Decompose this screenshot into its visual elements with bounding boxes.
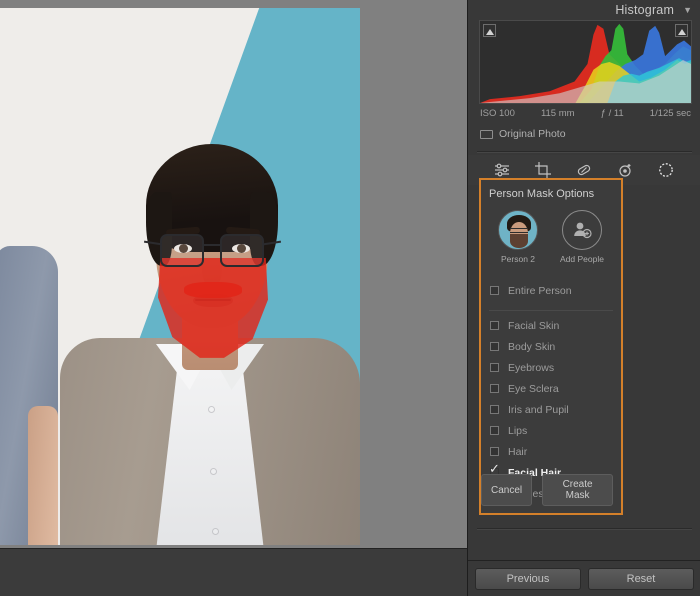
option-label: Iris and Pupil (508, 404, 569, 416)
option-label: Body Skin (508, 341, 555, 353)
panel-divider (477, 151, 692, 153)
glasses-bridge (204, 244, 220, 246)
options-divider (489, 310, 613, 311)
lightroom-window: Histogram ▼ ISO 100 115 mm ƒ / 11 1/125 … (0, 0, 700, 596)
secondary-person-arm (28, 406, 58, 545)
person-mask-options-card: Person Mask Options Person 2 (479, 178, 623, 515)
panel-bottom-divider (477, 528, 692, 530)
person-mask-options-title: Person Mask Options (489, 188, 621, 200)
histogram-curves (480, 21, 691, 103)
person-2-label: Person 2 (493, 254, 543, 264)
red-eye-icon[interactable] (616, 161, 635, 180)
focal-length-value: 115 mm (541, 108, 575, 119)
canvas-bottom-toolbar[interactable] (0, 548, 467, 596)
option-eyebrows[interactable]: Eyebrows (481, 357, 621, 378)
checkbox-entire-person[interactable] (490, 286, 499, 295)
healing-brush-icon[interactable] (575, 161, 594, 180)
edit-sliders-icon[interactable] (493, 161, 512, 180)
checkbox-body-skin[interactable] (490, 342, 499, 351)
rectangle-icon (480, 130, 493, 139)
shirt-button (212, 528, 219, 535)
histogram-header[interactable]: Histogram ▼ (468, 0, 700, 19)
cancel-button[interactable]: Cancel (481, 474, 532, 506)
photo-preview[interactable] (0, 8, 360, 545)
masking-icon[interactable] (657, 161, 676, 180)
shadow-clipping-icon[interactable] (483, 24, 496, 37)
reset-button[interactable]: Reset (588, 568, 694, 590)
glasses-lens-right (220, 234, 264, 267)
option-eye-sclera[interactable]: Eye Sclera (481, 378, 621, 399)
glasses-lens-left (160, 234, 204, 267)
option-label: Entire Person (508, 285, 572, 297)
shirt-button (210, 468, 217, 475)
checkbox-hair[interactable] (490, 447, 499, 456)
photo-canvas-area[interactable] (0, 0, 467, 548)
create-mask-button[interactable]: Create Mask (542, 474, 613, 506)
people-row: Person 2 Add People (493, 210, 621, 264)
primary-subject (60, 116, 360, 545)
shirt-button (208, 406, 215, 413)
checkbox-lips[interactable] (490, 426, 499, 435)
option-hair[interactable]: Hair (481, 441, 621, 462)
moustache-mask-overlay (184, 282, 242, 298)
chevron-down-icon[interactable]: ▼ (683, 5, 692, 15)
original-photo-toggle[interactable]: Original Photo (480, 128, 700, 140)
checkbox-iris-and-pupil[interactable] (490, 405, 499, 414)
previous-button[interactable]: Previous (475, 568, 581, 590)
option-lips[interactable]: Lips (481, 420, 621, 441)
thumb-glasses (510, 228, 528, 233)
card-actions: Cancel Create Mask (481, 474, 613, 506)
histogram-chart[interactable] (479, 20, 692, 104)
option-iris-and-pupil[interactable]: Iris and Pupil (481, 399, 621, 420)
option-label: Facial Skin (508, 320, 559, 332)
option-facial-skin[interactable]: Facial Skin (481, 315, 621, 336)
right-panel: Histogram ▼ ISO 100 115 mm ƒ / 11 1/125 … (467, 0, 700, 596)
bottom-button-row: Previous Reset (468, 560, 700, 596)
shutter-speed-value: 1/125 sec (650, 108, 691, 119)
checkbox-eye-sclera[interactable] (490, 384, 499, 393)
checkbox-eyebrows[interactable] (490, 363, 499, 372)
thumb-beard (510, 234, 528, 248)
option-label: Hair (508, 446, 527, 458)
person-2-item[interactable]: Person 2 (493, 210, 543, 264)
option-label: Eyebrows (508, 362, 554, 374)
option-entire-person[interactable]: Entire Person (481, 280, 621, 301)
highlight-clipping-icon[interactable] (675, 24, 688, 37)
add-people-label: Add People (557, 254, 607, 264)
add-people-icon[interactable] (562, 210, 602, 250)
option-label: Lips (508, 425, 527, 437)
add-people-item[interactable]: Add People (557, 210, 607, 264)
iso-value: ISO 100 (480, 108, 515, 119)
checkbox-facial-skin[interactable] (490, 321, 499, 330)
option-label: Eye Sclera (508, 383, 559, 395)
person-thumbnail[interactable] (498, 210, 538, 250)
aperture-value: ƒ / 11 (601, 108, 624, 119)
crop-icon[interactable] (534, 161, 553, 180)
histogram-title: Histogram (615, 3, 674, 17)
option-body-skin[interactable]: Body Skin (481, 336, 621, 357)
original-photo-label: Original Photo (499, 128, 566, 140)
photo-metadata-row: ISO 100 115 mm ƒ / 11 1/125 sec (480, 108, 691, 119)
